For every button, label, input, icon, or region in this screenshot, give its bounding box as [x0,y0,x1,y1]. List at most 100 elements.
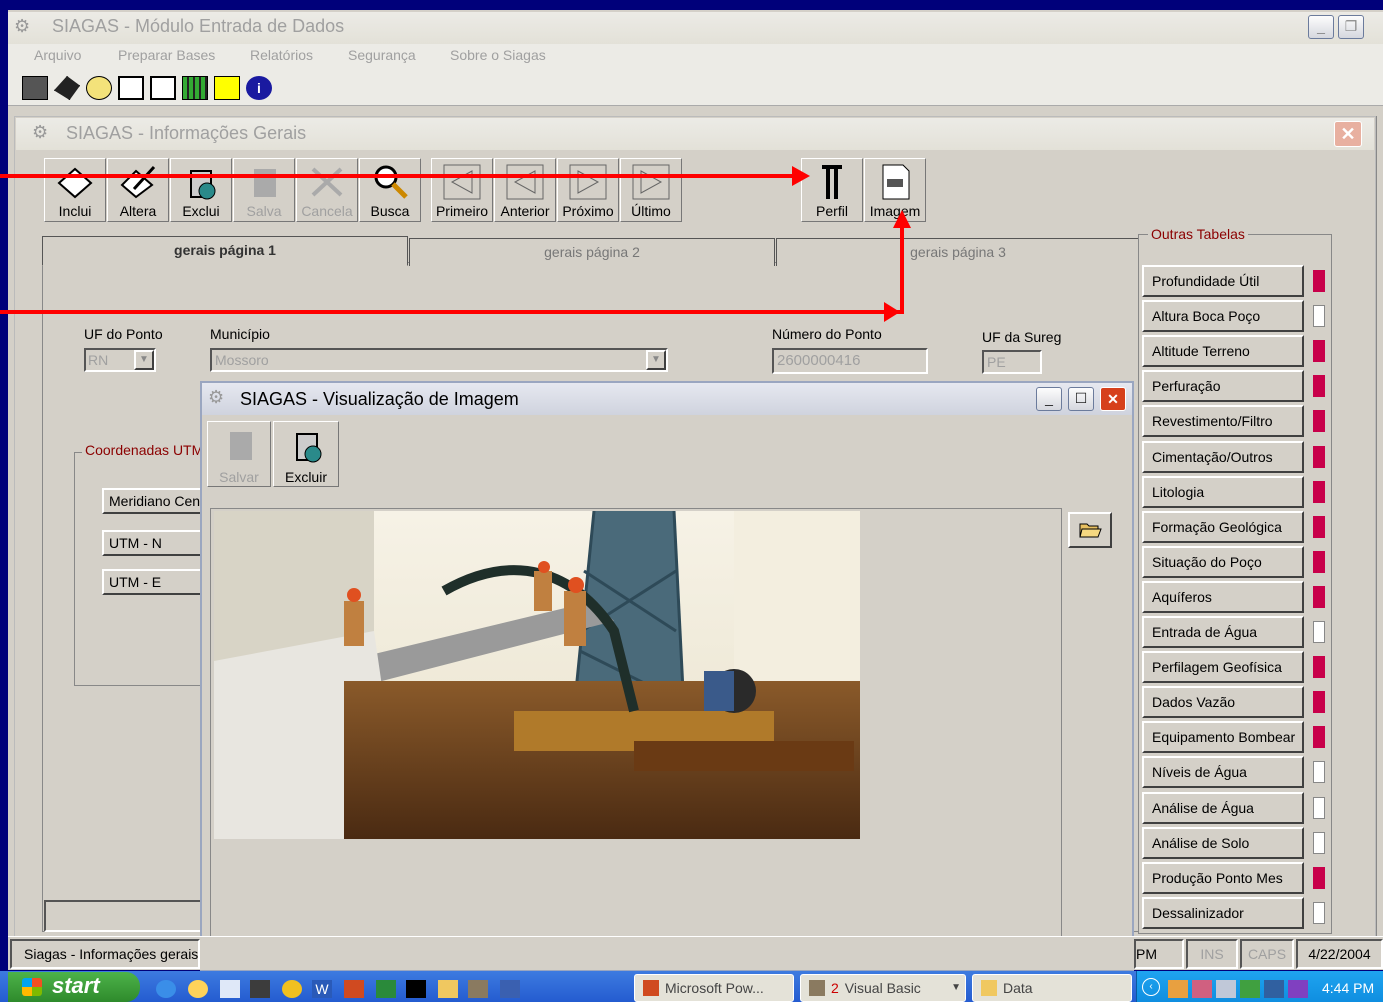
tool-search-icon[interactable] [214,76,240,100]
minimize-button[interactable]: _ [1308,15,1334,39]
table-status-indicator [1313,305,1325,328]
main-window-title: SIAGAS - Módulo Entrada de Dados [52,16,345,36]
excluir-button[interactable]: Exclui [170,158,232,222]
buscar-button[interactable]: Busca [359,158,421,222]
outras-tabelas-button[interactable]: Equipamento Bombear [1142,721,1304,754]
save-icon [230,432,252,460]
municipio-dropdown-arrow[interactable]: ▼ [646,350,666,370]
outras-tabelas-button[interactable]: Cimentação/Outros [1142,440,1304,473]
notepad-icon[interactable] [220,980,240,998]
table-status-indicator [1313,550,1325,573]
command-prompt-icon[interactable] [406,980,426,998]
powerpoint-icon[interactable] [344,980,364,998]
tool-pencil-icon[interactable] [54,76,80,100]
tray-app-icon[interactable] [1288,980,1308,998]
status-caps-panel: CAPS [1240,939,1294,969]
outras-tabelas-button[interactable]: Perfilagem Geofísica [1142,651,1304,684]
municipio-select[interactable]: Mossoro ▼ [210,348,668,372]
vb-launch-icon[interactable] [468,980,488,998]
incluir-icon [57,167,93,199]
outras-tabelas-button[interactable]: Aquíferos [1142,580,1304,613]
menu-relatorios[interactable]: Relatórios [250,47,313,63]
outras-tabelas-button[interactable]: Entrada de Água [1142,616,1304,648]
calculator-icon[interactable] [500,980,520,998]
info-gerais-title-bar[interactable]: ⚙ SIAGAS - Informações Gerais ✕ [16,118,1374,150]
tool-pages-icon[interactable] [118,76,144,100]
anterior-button[interactable]: Anterior [494,158,556,222]
excel-icon[interactable] [376,980,396,998]
restore-button[interactable]: ❐ [1338,15,1364,39]
menu-arquivo[interactable]: Arquivo [34,47,81,63]
salvar-button[interactable]: Salva [233,158,295,222]
taskbar-item-data[interactable]: Data [972,974,1132,1002]
outras-tabelas-button[interactable]: Análise de Água [1142,791,1304,824]
tray-network-icon[interactable] [1168,980,1188,998]
outras-tabelas-button[interactable]: Profundidade Útil [1142,265,1304,297]
proximo-button[interactable]: Próximo [557,158,619,222]
tray-expand-button[interactable]: ‹ [1142,978,1160,996]
image-excluir-button[interactable]: Excluir [273,421,339,487]
tab-gerais-pagina-2[interactable]: gerais página 2 [409,238,775,266]
ie-icon[interactable] [156,980,176,998]
clock-app-icon[interactable] [188,980,208,998]
word-icon[interactable]: W [312,980,332,998]
primeiro-button[interactable]: Primeiro [431,158,493,222]
uf-ponto-select[interactable]: RN ▼ [84,348,156,372]
outras-tabelas-button[interactable]: Perfuração [1142,370,1304,403]
imagem-button[interactable]: Imagem [864,158,926,222]
image-maximize-button[interactable]: ☐ [1068,387,1094,411]
tray-users-icon[interactable] [1192,980,1212,998]
outras-tabelas-label: Outras Tabelas [1148,226,1248,242]
search-icon [374,165,408,199]
outras-tabelas-button[interactable]: Produção Ponto Mes [1142,861,1304,894]
tray-sync-icon[interactable] [1216,980,1236,998]
perfil-button[interactable]: Perfil [801,158,863,222]
alterar-button[interactable]: Altera [107,158,169,222]
incluir-button[interactable]: Inclui [44,158,106,222]
folder-icon[interactable] [438,980,458,998]
taskbar-item-visual-basic[interactable]: 2 Visual Basic ▼ [800,974,966,1002]
uf-sureg-label: UF da Sureg [982,329,1062,345]
tab-gerais-pagina-1[interactable]: gerais página 1 [42,236,408,266]
tab-gerais-pagina-3[interactable]: gerais página 3 [776,238,1140,266]
numero-ponto-field[interactable]: 2600000416 [772,348,928,374]
media-player-icon[interactable] [282,980,302,998]
outras-tabelas-button[interactable]: Litologia [1142,475,1304,508]
menu-preparar-bases[interactable]: Preparar Bases [118,47,215,63]
monitor-icon[interactable] [250,980,270,998]
outras-tabelas-button[interactable]: Situação do Poço [1142,545,1304,578]
tray-antivirus-icon[interactable] [1240,980,1260,998]
outras-tabelas-button[interactable]: Níveis de Água [1142,756,1304,789]
tool-info-icon[interactable]: i [246,76,272,100]
taskbar-item-powerpoint[interactable]: Microsoft Pow... [634,974,794,1002]
child-close-button[interactable]: ✕ [1334,121,1362,147]
menu-seguranca[interactable]: Segurança [348,47,416,63]
image-close-button[interactable]: ✕ [1100,387,1126,411]
tool-tools-icon[interactable] [86,76,112,100]
status-date-panel: 4/22/2004 [1296,939,1383,969]
outras-tabelas-button[interactable]: Dessalinizador [1142,896,1304,929]
tool-books-icon[interactable] [182,76,208,100]
outras-tabelas-button[interactable]: Altura Boca Poço [1142,300,1304,333]
outras-tabelas-button[interactable]: Formação Geológica [1142,510,1304,543]
image-minimize-button[interactable]: _ [1036,387,1062,411]
outras-tabelas-button[interactable]: Dados Vazão [1142,686,1304,719]
tray-display-icon[interactable] [1264,980,1284,998]
main-title-bar[interactable]: ⚙ SIAGAS - Módulo Entrada de Dados _ ❐ [8,12,1383,44]
vertical-scrollbar[interactable] [1376,116,1383,936]
cancelar-button[interactable]: Cancela [296,158,358,222]
outras-tabelas-button[interactable]: Altitude Terreno [1142,335,1304,368]
table-status-indicator [1313,375,1325,398]
outras-tabelas-button[interactable]: Análise de Solo [1142,826,1304,859]
tool-window-icon[interactable] [150,76,176,100]
open-folder-button[interactable] [1068,512,1112,548]
uf-ponto-dropdown-arrow[interactable]: ▼ [134,350,154,370]
tool-database-icon[interactable] [22,76,48,100]
image-view-title-bar[interactable]: ⚙ SIAGAS - Visualização de Imagem _ ☐ ✕ [202,383,1132,415]
outras-tabelas-button[interactable]: Revestimento/Filtro [1142,405,1304,438]
start-button[interactable]: start [8,972,140,1002]
ultimo-button[interactable]: Último [620,158,682,222]
image-salvar-button[interactable]: Salvar [207,421,271,487]
uf-sureg-field[interactable]: PE [982,350,1042,374]
menu-sobre[interactable]: Sobre o Siagas [450,47,546,63]
